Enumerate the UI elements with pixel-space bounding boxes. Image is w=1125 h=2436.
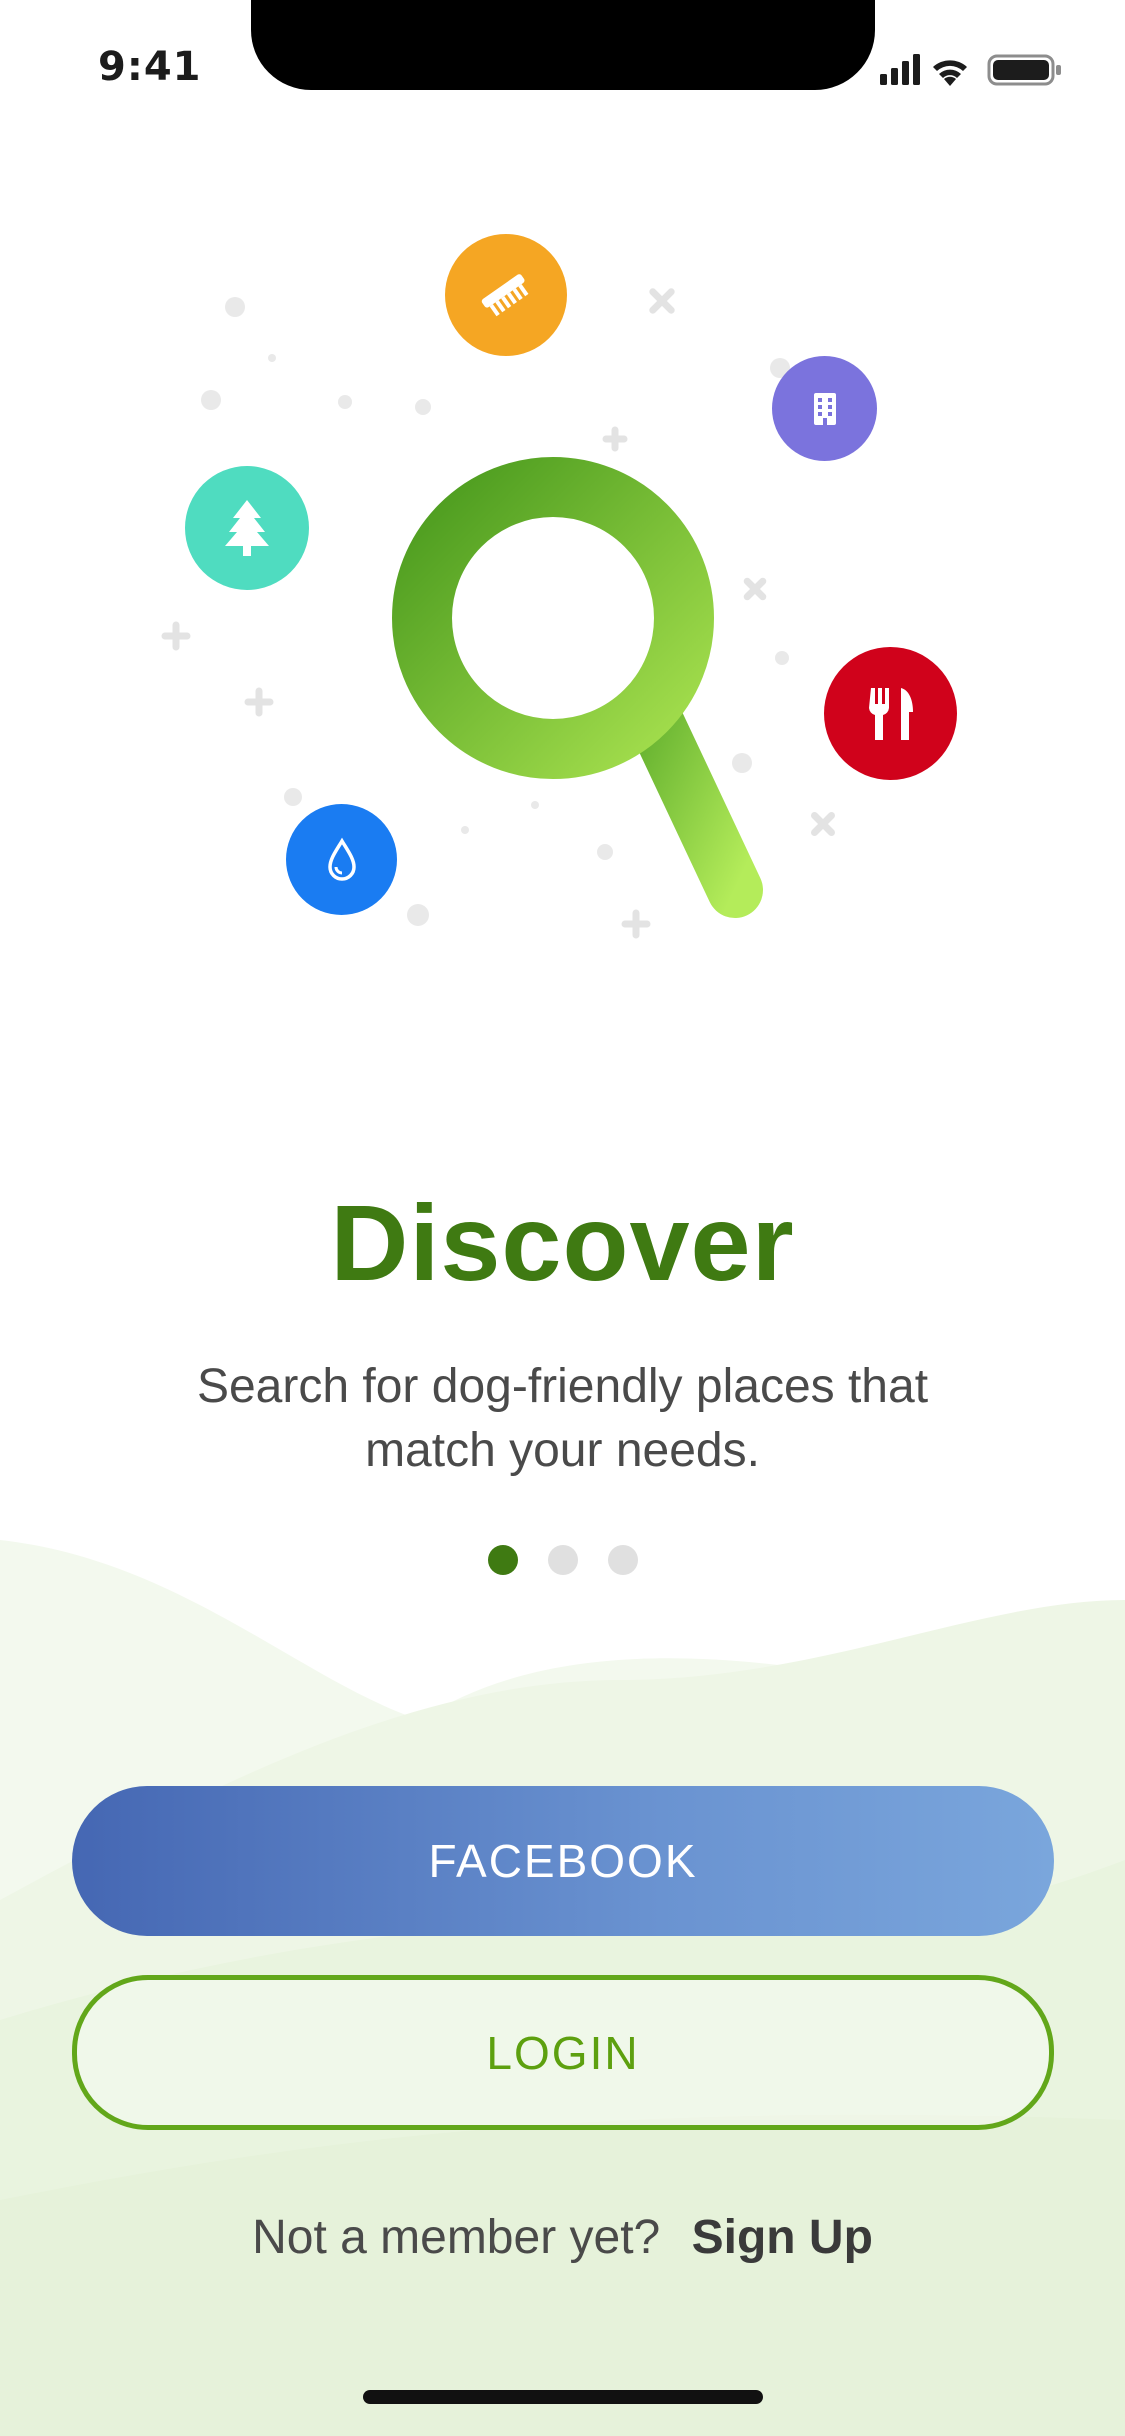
wifi-icon [933,60,967,86]
building-icon [813,392,836,425]
home-indicator[interactable] [363,2390,763,2404]
category-restaurant-badge [824,647,957,780]
status-bar: 9:41 [0,0,1125,140]
category-park-badge [185,466,309,590]
fork-knife-icon [868,687,913,740]
page-dot-2[interactable] [547,1545,578,1575]
facebook-button[interactable]: FACEBOOK [72,1786,1054,1936]
facebook-button-label: FACEBOOK [428,1835,698,1887]
page-indicator [0,1545,1125,1575]
login-button-label: LOGIN [486,2026,640,2079]
tree-icon [225,500,269,556]
signup-link[interactable]: Sign Up [692,2211,873,2264]
device-notch [251,0,875,90]
category-water-badge [286,804,397,915]
status-icons [880,54,1061,86]
comb-icon [481,274,529,317]
onboarding-title: Discover [330,1182,795,1303]
cellular-signal-icon [880,54,920,85]
battery-icon [987,54,1061,86]
status-time: 9:41 [98,44,202,90]
category-hotel-badge [772,356,877,461]
page-dot-1[interactable] [487,1545,518,1575]
background-waves [0,1540,1125,2436]
water-drop-icon [327,837,356,881]
onboarding-subtitle: Search for dog-friendly places that matc… [196,1360,929,1477]
page-dot-3[interactable] [607,1545,638,1575]
signup-row: Not a member yet? Sign Up [0,2210,1125,2265]
signup-prompt: Not a member yet? [252,2211,661,2264]
discover-illustration [0,200,1125,980]
login-button[interactable]: LOGIN [72,1975,1054,2130]
category-grooming-badge [445,234,567,356]
